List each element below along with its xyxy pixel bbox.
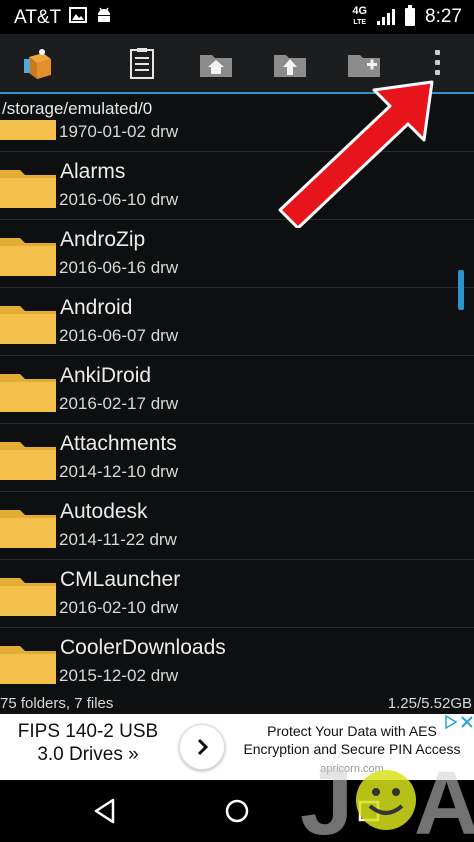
list-item[interactable]: CoolerDownloads 2015-12-02 drw bbox=[0, 628, 474, 692]
entry-meta: 2016-06-16 drw bbox=[59, 258, 179, 277]
signal-icon bbox=[377, 9, 396, 25]
entry-name: AndroZip bbox=[60, 228, 146, 251]
entry-name: Android bbox=[60, 296, 133, 319]
folder-icon bbox=[0, 646, 56, 684]
folder-icon bbox=[0, 306, 56, 344]
folder-icon bbox=[0, 578, 56, 616]
list-item[interactable]: AnkiDroid 2016-02-17 drw bbox=[0, 356, 474, 424]
folder-icon bbox=[0, 238, 56, 276]
entry-meta: 2014-11-22 drw bbox=[59, 530, 177, 549]
list-item[interactable]: CMLauncher 2016-02-10 drw bbox=[0, 560, 474, 628]
carrier-label: AT&T bbox=[14, 7, 62, 28]
svg-text:J: J bbox=[300, 748, 353, 842]
entry-name: CoolerDownloads bbox=[60, 636, 226, 659]
ad-arrow-button[interactable] bbox=[179, 724, 225, 770]
overflow-menu-icon[interactable] bbox=[429, 50, 445, 80]
folder-icon bbox=[0, 374, 56, 412]
battery-icon bbox=[405, 5, 416, 26]
list-item[interactable]: Attachments 2014-12-10 drw bbox=[0, 424, 474, 492]
android-notification-icon bbox=[95, 6, 113, 30]
list-item[interactable]: Autodesk 2014-11-22 drw bbox=[0, 492, 474, 560]
adchoices-icon bbox=[445, 715, 458, 729]
storage-usage: 1.25/5.52GB bbox=[387, 695, 472, 712]
entry-meta: 2014-12-10 drw bbox=[59, 462, 179, 481]
back-icon[interactable] bbox=[88, 794, 122, 828]
item-counts: 75 folders, 7 files bbox=[0, 695, 114, 712]
ad-headline[interactable]: FIPS 140-2 USB 3.0 Drives » bbox=[0, 720, 176, 766]
entry-name: AnkiDroid bbox=[60, 364, 152, 387]
entry-meta: 2016-02-17 drw bbox=[59, 394, 179, 413]
entry-name: CMLauncher bbox=[60, 568, 181, 591]
entry-meta: 2016-06-10 drw bbox=[59, 190, 179, 209]
summary-bar: 75 folders, 7 files 1.25/5.52GB bbox=[0, 692, 474, 714]
watermark-logo: J A bbox=[300, 748, 474, 842]
image-notification-icon bbox=[69, 7, 88, 29]
list-item[interactable]: Android 2016-06-07 drw bbox=[0, 288, 474, 356]
entry-meta: 2016-02-10 drw bbox=[59, 598, 179, 617]
clock: 8:27 bbox=[425, 6, 462, 27]
checklist-icon[interactable] bbox=[122, 44, 162, 84]
status-bar: AT&T 4G LTE 8:27 bbox=[0, 0, 474, 34]
network-type-icon: 4G LTE bbox=[352, 6, 367, 28]
chevron-right-icon bbox=[197, 738, 209, 756]
network-label: 4G bbox=[352, 5, 368, 17]
network-sub-label: LTE bbox=[353, 19, 367, 26]
entry-meta: 2016-06-07 drw bbox=[59, 326, 179, 345]
svg-text:A: A bbox=[414, 754, 474, 842]
list-item[interactable]: AndroZip 2016-06-16 drw bbox=[0, 220, 474, 288]
app-screen: { "status_bar": { "carrier": "AT&T", "ne… bbox=[0, 0, 474, 842]
folder-icon bbox=[0, 442, 56, 480]
app-logo-icon[interactable] bbox=[18, 44, 58, 84]
entry-name: Alarms bbox=[60, 160, 126, 183]
entry-name: Autodesk bbox=[60, 500, 148, 523]
folder-icon bbox=[0, 120, 56, 140]
folder-icon bbox=[0, 170, 56, 208]
ad-choices-badge[interactable] bbox=[442, 714, 474, 730]
entry-meta: 2015-12-02 drw bbox=[59, 666, 179, 685]
home-icon[interactable] bbox=[220, 794, 254, 828]
home-folder-icon[interactable] bbox=[196, 44, 236, 84]
entry-meta: 1970-01-02 drw bbox=[59, 122, 179, 141]
close-icon[interactable] bbox=[460, 715, 474, 729]
scrollbar-thumb[interactable] bbox=[458, 270, 464, 310]
annotation-arrow-icon bbox=[278, 80, 434, 228]
folder-icon bbox=[0, 510, 56, 548]
entry-name: Attachments bbox=[60, 432, 177, 455]
